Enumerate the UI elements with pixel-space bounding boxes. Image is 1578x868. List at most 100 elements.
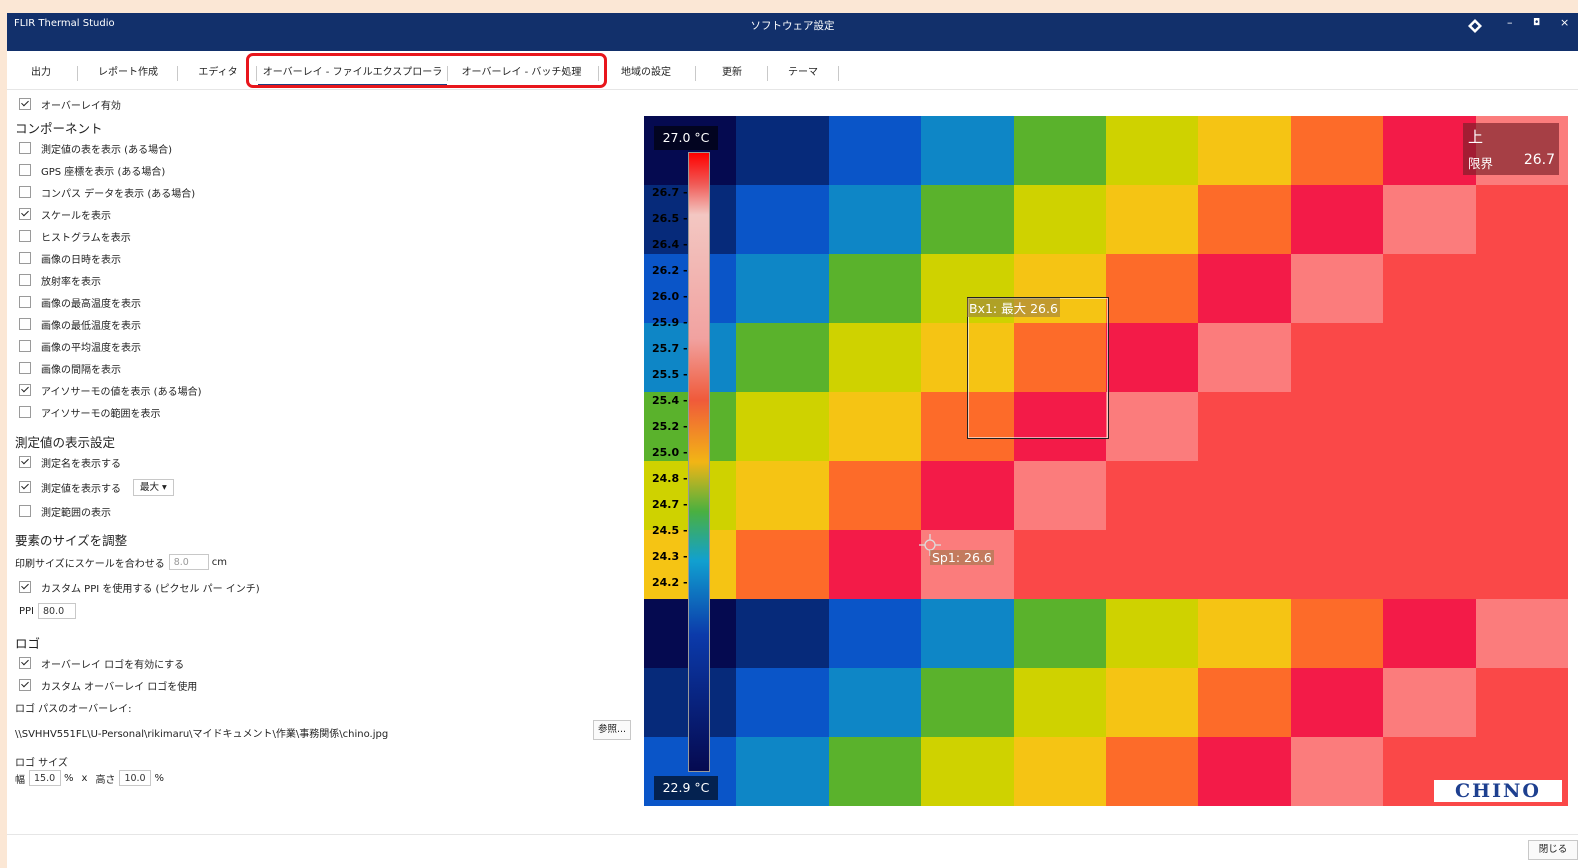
checkbox[interactable]: [19, 252, 31, 264]
thermal-cell: [1106, 530, 1200, 600]
show-value-label: 測定値を表示する: [41, 483, 121, 495]
scale-tick-label: 24.8 -: [652, 472, 688, 485]
sp1-label: Sp1: 26.6: [930, 550, 994, 565]
checkbox[interactable]: [19, 340, 31, 352]
tab-overlay-batch[interactable]: オーバーレイ - バッチ処理: [449, 51, 594, 87]
scale-tick-label: 25.9 -: [652, 316, 688, 329]
component-row[interactable]: 画像の最高温度を表示: [19, 293, 141, 311]
component-label: 画像の平均温度を表示: [41, 342, 141, 354]
logo-width-input[interactable]: 15.0: [29, 770, 61, 786]
box-measurement-bx1[interactable]: [967, 297, 1109, 439]
custom-logo-row[interactable]: カスタム オーバーレイ ロゴを使用: [19, 676, 197, 694]
minimize-button[interactable]: –: [1507, 16, 1513, 29]
component-row[interactable]: 画像の日時を表示: [19, 249, 121, 267]
ppi-row: PPI 80.0: [19, 602, 77, 620]
logo-enable-label: オーバーレイ ロゴを有効にする: [41, 659, 185, 671]
ppi-input[interactable]: 80.0: [38, 603, 77, 619]
scale-tick-label: 25.4 -: [652, 394, 688, 407]
value-type-dropdown[interactable]: 最大 ▾: [133, 478, 174, 496]
tab-report[interactable]: レポート作成: [85, 51, 171, 87]
show-value-row[interactable]: 測定値を表示する 最大 ▾: [19, 477, 174, 497]
thermal-cell: [1290, 185, 1385, 255]
component-row[interactable]: アイソサーモの範囲を表示: [19, 403, 161, 421]
component-row[interactable]: 画像の間隔を表示: [19, 359, 121, 377]
component-row[interactable]: 測定値の表を表示 (ある場合): [19, 139, 172, 157]
thermal-cell: [828, 392, 923, 462]
component-row[interactable]: 画像の平均温度を表示: [19, 337, 141, 355]
custom-logo-checkbox[interactable]: [19, 679, 31, 691]
tab-region[interactable]: 地域の設定: [607, 51, 685, 87]
checkbox[interactable]: [19, 296, 31, 308]
overlay-enabled-row[interactable]: オーバーレイ有効: [19, 95, 121, 113]
tab-divider: [695, 66, 696, 81]
print-scale-input[interactable]: 8.0: [168, 554, 209, 570]
thermal-cell: [1198, 530, 1292, 600]
min-temp-label: 22.9 °C: [654, 776, 718, 800]
tab-update[interactable]: 更新: [703, 51, 761, 87]
checkbox[interactable]: [19, 384, 31, 396]
browse-button[interactable]: 参照...: [593, 720, 631, 740]
overlay-enabled-checkbox[interactable]: [19, 98, 31, 110]
logo-heading: ロゴ: [15, 636, 41, 651]
thermal-cell: [736, 116, 830, 186]
component-row[interactable]: 画像の最低温度を表示: [19, 315, 141, 333]
maximize-button[interactable]: ◘: [1533, 18, 1540, 28]
checkbox[interactable]: [19, 318, 31, 330]
thermal-cell: [1198, 116, 1292, 186]
component-row[interactable]: コンパス データを表示 (ある場合): [19, 183, 195, 201]
temperature-scale: 26.7 - 26.5 - 26.4 - 26.2 - 26.0 - 25.9 - 25.7…: [644, 116, 735, 806]
checkbox[interactable]: [19, 142, 31, 154]
logo-width-label: 幅: [15, 774, 25, 786]
component-label: コンパス データを表示 (ある場合): [41, 188, 196, 200]
logo-height-input[interactable]: 10.0: [119, 770, 152, 786]
component-row[interactable]: スケールを表示: [19, 205, 111, 223]
tab-editor[interactable]: エディタ: [185, 51, 251, 87]
thermal-cell: [1013, 737, 1107, 806]
logo-enable-row[interactable]: オーバーレイ ロゴを有効にする: [19, 654, 184, 672]
checkbox[interactable]: [19, 274, 31, 286]
show-name-row[interactable]: 測定名を表示する: [19, 453, 121, 471]
thermal-cell: [1383, 530, 1477, 600]
tab-overlay-file-explorer[interactable]: オーバーレイ - ファイルエクスプローラ: [258, 51, 447, 87]
thermal-cell: [736, 185, 830, 255]
scale-tick-label: 25.0 -: [652, 446, 688, 459]
checkbox[interactable]: [19, 164, 31, 176]
thermal-cell: [1475, 392, 1568, 462]
thermal-cell: [1475, 668, 1568, 738]
times-label: x: [81, 772, 88, 784]
thermal-cell: [1383, 668, 1477, 738]
title-bar: FLIR Thermal Studio ソフトウェア設定 – ◘ ×: [7, 13, 1578, 51]
thermal-cell: [1383, 254, 1477, 324]
scale-tick-label: 25.7 -: [652, 342, 688, 355]
component-row[interactable]: アイソサーモの値を表示 (ある場合): [19, 381, 201, 399]
component-row[interactable]: 放射率を表示: [19, 271, 101, 289]
overlay-enabled-label: オーバーレイ有効: [41, 100, 121, 112]
checkbox[interactable]: [19, 406, 31, 418]
logo-enable-checkbox[interactable]: [19, 657, 31, 669]
thermal-image-preview: 26.7 - 26.5 - 26.4 - 26.2 - 26.0 - 25.9 - 25.7…: [644, 116, 1568, 806]
custom-ppi-checkbox[interactable]: [19, 581, 31, 593]
checkbox[interactable]: [19, 186, 31, 198]
logo-path-value: \\SVHHV551FL\U-Personal\rikimaru\マイドキュメン…: [15, 728, 389, 740]
tab-theme[interactable]: テーマ: [773, 51, 833, 87]
thermal-cell: [1013, 116, 1107, 186]
close-window-button[interactable]: ×: [1560, 16, 1569, 29]
component-label: スケールを表示: [41, 210, 111, 222]
scale-tick-label: 26.7 -: [652, 186, 688, 199]
tab-output[interactable]: 出力: [13, 51, 69, 87]
show-name-checkbox[interactable]: [19, 456, 31, 468]
component-row[interactable]: ヒストグラムを表示: [19, 227, 131, 245]
checkbox[interactable]: [19, 362, 31, 374]
show-range-checkbox[interactable]: [19, 505, 31, 517]
checkbox[interactable]: [19, 208, 31, 220]
close-button[interactable]: 閉じる: [1528, 840, 1578, 860]
tab-divider: [177, 66, 178, 81]
checkbox[interactable]: [19, 230, 31, 242]
show-value-checkbox[interactable]: [19, 481, 31, 493]
thermal-cell: [1013, 530, 1107, 600]
component-row[interactable]: GPS 座標を表示 (ある場合): [19, 161, 165, 179]
thermal-cell: [921, 116, 1015, 186]
show-range-row[interactable]: 測定範囲の表示: [19, 502, 111, 520]
ppi-label: PPI: [19, 605, 35, 617]
custom-ppi-row[interactable]: カスタム PPI を使用する (ピクセル パー インチ): [19, 578, 260, 596]
